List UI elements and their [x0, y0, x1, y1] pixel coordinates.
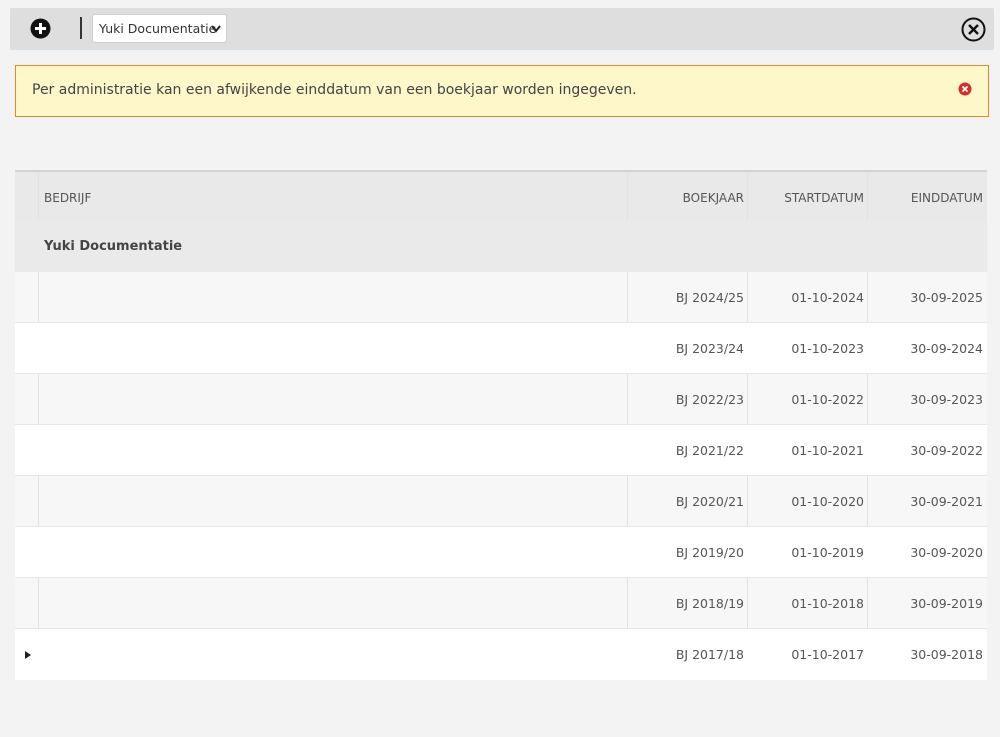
end-date-cell: 30-09-2024 — [910, 341, 983, 356]
end-date-cell: 30-09-2023 — [910, 392, 983, 407]
end-date-cell: 30-09-2021 — [910, 494, 983, 509]
column-header-company[interactable]: BEDRIJF — [44, 172, 91, 221]
table-row[interactable]: BJ 2020/21 01-10-2020 30-09-2021 — [15, 476, 987, 527]
fiscal-year-cell: BJ 2021/22 — [675, 443, 744, 458]
end-date-cell: 30-09-2020 — [910, 545, 983, 560]
alert-message: Per administratie kan een afwijkende ein… — [32, 82, 637, 98]
table-row[interactable]: BJ 2021/22 01-10-2021 30-09-2022 — [15, 425, 987, 476]
start-date-cell: 01-10-2017 — [791, 647, 864, 662]
administration-select[interactable]: Yuki Documentatie — [92, 14, 227, 43]
end-date-cell: 30-09-2022 — [910, 443, 983, 458]
start-date-cell: 01-10-2018 — [791, 596, 864, 611]
chevron-down-icon — [211, 25, 221, 33]
column-header-end-date[interactable]: EINDDATUM — [868, 172, 987, 221]
close-circle-icon[interactable] — [961, 17, 986, 42]
plus-circle-icon[interactable] — [30, 18, 51, 39]
column-header-fiscal-year[interactable]: BOEKJAAR — [628, 172, 748, 221]
grid-header: BEDRIJF BOEKJAAR STARTDATUM EINDDATUM — [15, 170, 987, 221]
start-date-cell: 01-10-2020 — [791, 494, 864, 509]
column-divider — [38, 172, 39, 221]
table-row[interactable]: BJ 2017/18 01-10-2017 30-09-2018 — [15, 629, 987, 680]
table-row[interactable]: BJ 2018/19 01-10-2018 30-09-2019 — [15, 578, 987, 629]
toolbar-divider — [80, 17, 82, 39]
info-alert: Per administratie kan een afwijkende ein… — [15, 65, 989, 117]
fiscal-year-cell: BJ 2018/19 — [675, 596, 744, 611]
administration-select-value: Yuki Documentatie — [99, 21, 217, 36]
error-close-icon[interactable] — [958, 82, 972, 96]
group-company-name: Yuki Documentatie — [44, 239, 183, 254]
start-date-cell: 01-10-2024 — [791, 290, 864, 305]
end-date-cell: 30-09-2025 — [910, 290, 983, 305]
column-header-start-date[interactable]: STARTDATUM — [748, 172, 868, 221]
start-date-cell: 01-10-2021 — [791, 443, 864, 458]
fiscal-year-cell: BJ 2024/25 — [675, 290, 744, 305]
fiscal-year-cell: BJ 2020/21 — [675, 494, 744, 509]
start-date-cell: 01-10-2019 — [791, 545, 864, 560]
column-divider — [38, 272, 39, 322]
table-row[interactable]: BJ 2019/20 01-10-2019 30-09-2020 — [15, 527, 987, 578]
column-divider — [38, 578, 39, 628]
table-row[interactable]: BJ 2023/24 01-10-2023 30-09-2024 — [15, 323, 987, 374]
fiscal-year-cell: BJ 2017/18 — [675, 647, 744, 662]
fiscal-year-cell: BJ 2023/24 — [675, 341, 744, 356]
column-divider — [38, 374, 39, 424]
start-date-cell: 01-10-2023 — [791, 341, 864, 356]
end-date-cell: 30-09-2018 — [910, 647, 983, 662]
fiscal-year-cell: BJ 2022/23 — [675, 392, 744, 407]
end-date-cell: 30-09-2019 — [910, 596, 983, 611]
table-row[interactable]: BJ 2022/23 01-10-2022 30-09-2023 — [15, 374, 987, 425]
caret-right-icon[interactable] — [24, 650, 32, 660]
fiscal-years-grid: BEDRIJF BOEKJAAR STARTDATUM EINDDATUM Yu… — [15, 170, 987, 680]
fiscal-year-cell: BJ 2019/20 — [675, 545, 744, 560]
table-row[interactable]: BJ 2024/25 01-10-2024 30-09-2025 — [15, 272, 987, 323]
column-divider — [38, 476, 39, 526]
toolbar: Yuki Documentatie — [10, 8, 994, 50]
group-row[interactable]: Yuki Documentatie — [15, 221, 987, 272]
start-date-cell: 01-10-2022 — [791, 392, 864, 407]
